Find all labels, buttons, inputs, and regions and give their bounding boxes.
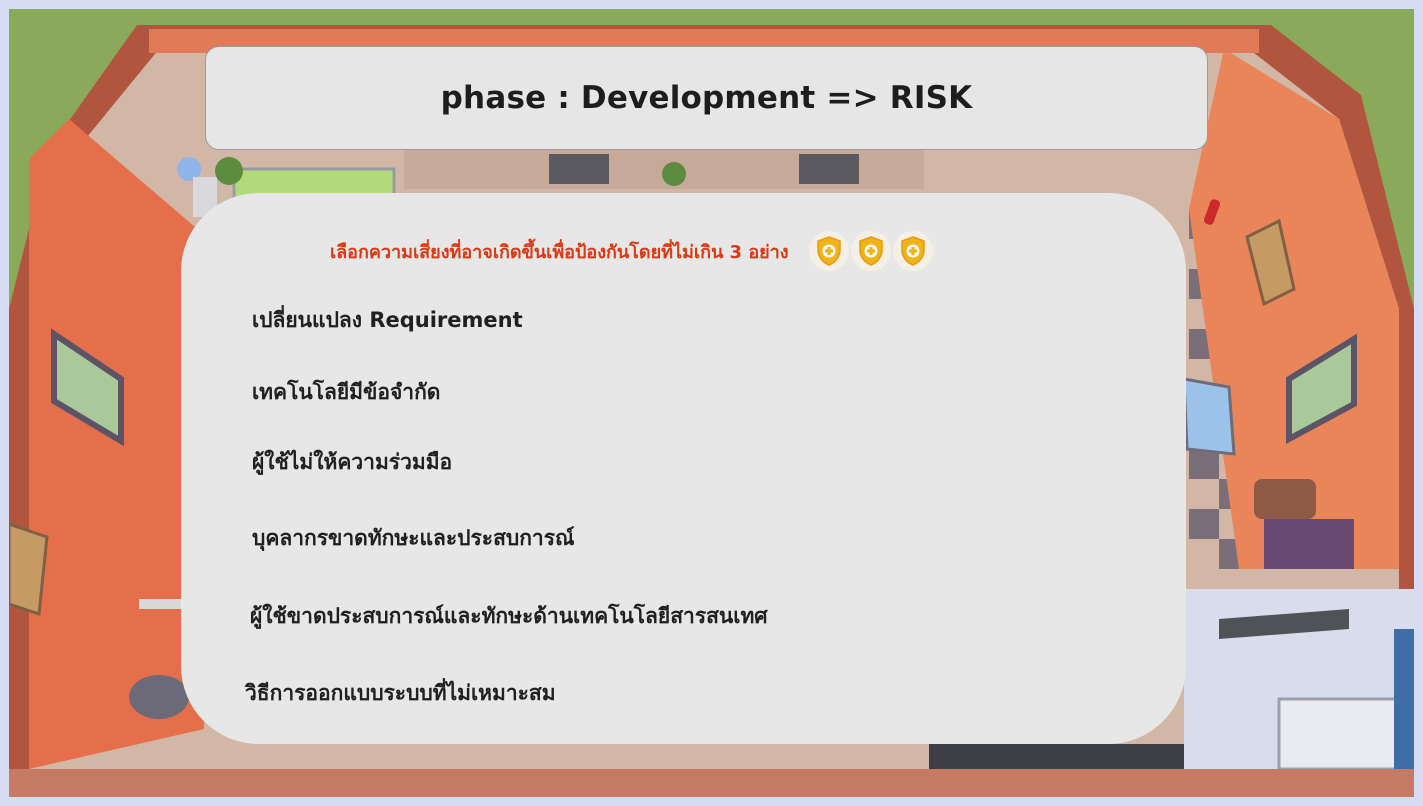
instruction-row: เลือกความเสี่ยงที่อาจเกิดขึ้นเพื่อป้องกั… — [330, 231, 933, 271]
risk-option-staff-lack-skills[interactable]: บุคลากรขาดทักษะและประสบการณ์ — [252, 522, 575, 555]
shield-counter — [808, 231, 933, 271]
risk-option-bad-system-design[interactable]: วิธีการออกแบบระบบที่ไม่เหมาะสม — [245, 677, 556, 710]
shield-icon — [850, 231, 891, 271]
risk-option-requirement-change[interactable]: เปลี่ยนแปลง Requirement — [252, 304, 523, 337]
risk-option-technology-limits[interactable]: เทคโนโลยีมีข้อจำกัด — [252, 376, 440, 409]
shield-icon — [808, 231, 849, 271]
risk-option-user-not-cooperating[interactable]: ผู้ใช้ไม่ให้ความร่วมมือ — [252, 446, 452, 479]
risk-selection-panel: เลือกความเสี่ยงที่อาจเกิดขึ้นเพื่อป้องกั… — [181, 193, 1186, 744]
phase-title-banner: phase : Development => RISK — [205, 46, 1208, 150]
shield-icon — [892, 231, 933, 271]
instruction-text: เลือกความเสี่ยงที่อาจเกิดขึ้นเพื่อป้องกั… — [330, 241, 789, 263]
game-viewport: phase : Development => RISK เลือกความเสี… — [9, 9, 1414, 797]
phase-title: phase : Development => RISK — [440, 80, 973, 116]
risk-option-user-lack-it-skills[interactable]: ผู้ใช้ขาดประสบการณ์และทักษะด้านเทคโนโลยี… — [250, 600, 768, 633]
